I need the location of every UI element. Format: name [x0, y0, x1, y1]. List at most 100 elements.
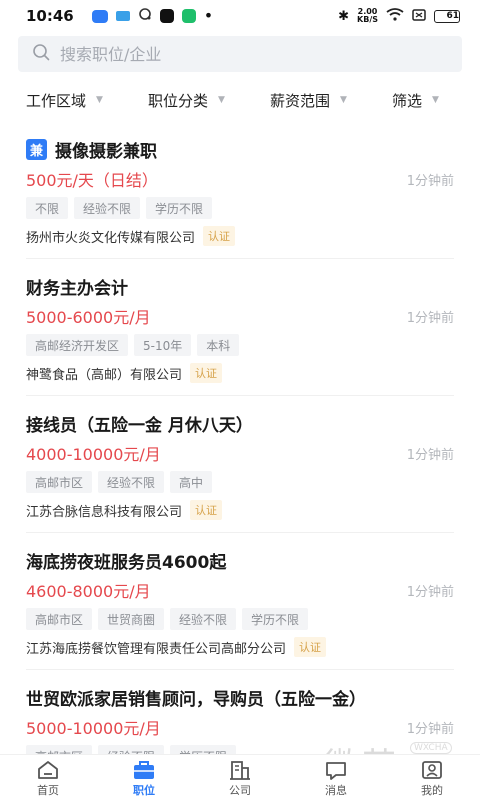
job-salary: 5000-10000元/月 [26, 719, 161, 738]
search-bar[interactable] [18, 36, 462, 72]
tab-label: 我的 [421, 784, 443, 797]
job-title: 世贸欧派家居销售顾问，导购员（五险一金） [26, 689, 366, 710]
company-name: 扬州市火炎文化传媒有限公司 [26, 230, 196, 246]
caret-down-icon: ▼ [432, 95, 439, 105]
company-name: 江苏海底捞餐饮管理有限责任公司高邮分公司 [26, 641, 287, 657]
company-row: 江苏合脉信息科技有限公司 认证 [26, 499, 454, 521]
sim-icon [412, 8, 426, 24]
job-title-row: 兼 摄像摄影兼职 [26, 137, 454, 162]
job-post-time: 1分钟前 [406, 584, 454, 600]
tab-profile[interactable]: 我的 [384, 755, 480, 800]
watermark-sub: WXCHA [410, 742, 452, 754]
job-tag: 高邮经济开发区 [26, 334, 129, 356]
job-tag: 本科 [197, 334, 240, 356]
status-right: ✱ 2.00 KB/S 61 [338, 8, 460, 24]
verified-badge: 认证 [190, 500, 223, 520]
job-title-row: 接线员（五险一金 月休八天） [26, 411, 454, 436]
verified-badge: 认证 [294, 637, 327, 657]
search-input[interactable] [60, 44, 420, 64]
message-icon [326, 762, 346, 780]
job-title: 财务主办会计 [26, 278, 128, 299]
job-tag: 高邮市区 [26, 608, 93, 630]
company-row: 江苏海底捞餐饮管理有限责任公司高邮分公司 认证 [26, 636, 454, 658]
job-tag: 世贸商圈 [98, 608, 165, 630]
caret-down-icon: ▼ [340, 95, 347, 105]
tab-label: 职位 [133, 784, 155, 797]
job-salary: 500元/天（日结） [26, 171, 158, 190]
app-notification-icon [91, 9, 108, 23]
filter-job-category[interactable]: 职位分类 ▼ [148, 90, 225, 111]
tab-home[interactable]: 首页 [0, 755, 96, 800]
bottom-tab-bar: 首页 职位 公司 消息 我的 [0, 754, 480, 800]
filter-bar: 工作区域 ▼ 职位分类 ▼ 薪资范围 ▼ 筛选 ▼ [0, 84, 480, 116]
job-title-row: 世贸欧派家居销售顾问，导购员（五险一金） [26, 685, 454, 710]
salary-row: 4600-8000元/月 1分钟前 [26, 580, 454, 601]
net-speed: 2.00 KB/S [357, 8, 378, 24]
job-tags: 高邮市区 世贸商圈 经验不限 学历不限 [26, 608, 454, 630]
company-name: 神鹭食品（高邮）有限公司 [26, 367, 183, 383]
job-tags: 高邮经济开发区 5-10年 本科 [26, 334, 454, 356]
tab-companies[interactable]: 公司 [192, 755, 288, 800]
job-tag: 学历不限 [146, 197, 213, 219]
wechat-icon [181, 9, 196, 23]
filter-label: 筛选 [392, 91, 423, 110]
job-tag: 高中 [170, 471, 213, 493]
status-bar: 10:46 • ✱ 2.00 KB/S 61 [0, 0, 480, 32]
tiktok-icon [159, 9, 174, 23]
job-tags: 不限 经验不限 学历不限 [26, 197, 454, 219]
job-post-time: 1分钟前 [406, 721, 454, 737]
salary-row: 4000-10000元/月 1分钟前 [26, 443, 454, 464]
caret-down-icon: ▼ [96, 95, 103, 105]
company-name: 江苏合脉信息科技有限公司 [26, 504, 183, 520]
battery-level: 61 [446, 11, 459, 21]
building-icon [230, 761, 250, 780]
job-card[interactable]: 兼 摄像摄影兼职 500元/天（日结） 1分钟前 不限 经验不限 学历不限 扬州… [26, 137, 454, 247]
job-tag: 高邮市区 [26, 471, 93, 493]
divider [26, 532, 454, 533]
profile-icon [422, 761, 442, 779]
filter-salary-range[interactable]: 薪资范围 ▼ [270, 90, 347, 111]
search-icon [32, 43, 50, 65]
job-tag: 经验不限 [170, 608, 237, 630]
job-tag: 5-10年 [134, 334, 192, 356]
tab-jobs[interactable]: 职位 [96, 755, 192, 800]
job-title: 接线员（五险一金 月休八天） [26, 415, 253, 436]
tab-label: 首页 [37, 784, 59, 797]
filter-work-area[interactable]: 工作区域 ▼ [26, 90, 103, 111]
job-title-row: 财务主办会计 [26, 274, 454, 299]
job-tags: 高邮市区 经验不限 高中 [26, 471, 454, 493]
caret-down-icon: ▼ [218, 95, 225, 105]
salary-row: 500元/天（日结） 1分钟前 [26, 169, 454, 190]
status-left: 10:46 • [26, 7, 213, 25]
divider [26, 258, 454, 259]
verified-badge: 认证 [203, 226, 236, 246]
job-title-row: 海底捞夜班服务员4600起 [26, 548, 454, 573]
job-title: 摄像摄影兼职 [55, 141, 158, 162]
tab-label: 消息 [325, 784, 347, 797]
job-salary: 4000-10000元/月 [26, 445, 161, 464]
chat-notification-icon [138, 7, 152, 25]
net-speed-unit: KB/S [357, 15, 378, 24]
tab-messages[interactable]: 消息 [288, 755, 384, 800]
divider [26, 395, 454, 396]
job-card[interactable]: 接线员（五险一金 月休八天） 4000-10000元/月 1分钟前 高邮市区 经… [26, 411, 454, 521]
briefcase-icon [134, 761, 154, 779]
job-post-time: 1分钟前 [406, 447, 454, 463]
divider [26, 669, 454, 670]
mail-notification-icon [115, 11, 130, 21]
more-dot-icon: • [203, 6, 214, 25]
salary-row: 5000-10000元/月 1分钟前 [26, 717, 454, 738]
battery-icon: 61 [434, 9, 460, 23]
filter-label: 工作区域 [26, 91, 87, 110]
job-title: 海底捞夜班服务员4600起 [26, 552, 227, 573]
job-tag: 经验不限 [74, 197, 141, 219]
filter-more[interactable]: 筛选 ▼ [392, 90, 439, 111]
job-tag: 经验不限 [98, 471, 165, 493]
job-card[interactable]: 海底捞夜班服务员4600起 4600-8000元/月 1分钟前 高邮市区 世贸商… [26, 548, 454, 658]
job-post-time: 1分钟前 [406, 173, 454, 189]
verified-badge: 认证 [190, 363, 223, 383]
wifi-icon [386, 8, 404, 24]
job-tag: 不限 [26, 197, 69, 219]
job-card[interactable]: 财务主办会计 5000-6000元/月 1分钟前 高邮经济开发区 5-10年 本… [26, 274, 454, 384]
status-time: 10:46 [26, 7, 74, 25]
